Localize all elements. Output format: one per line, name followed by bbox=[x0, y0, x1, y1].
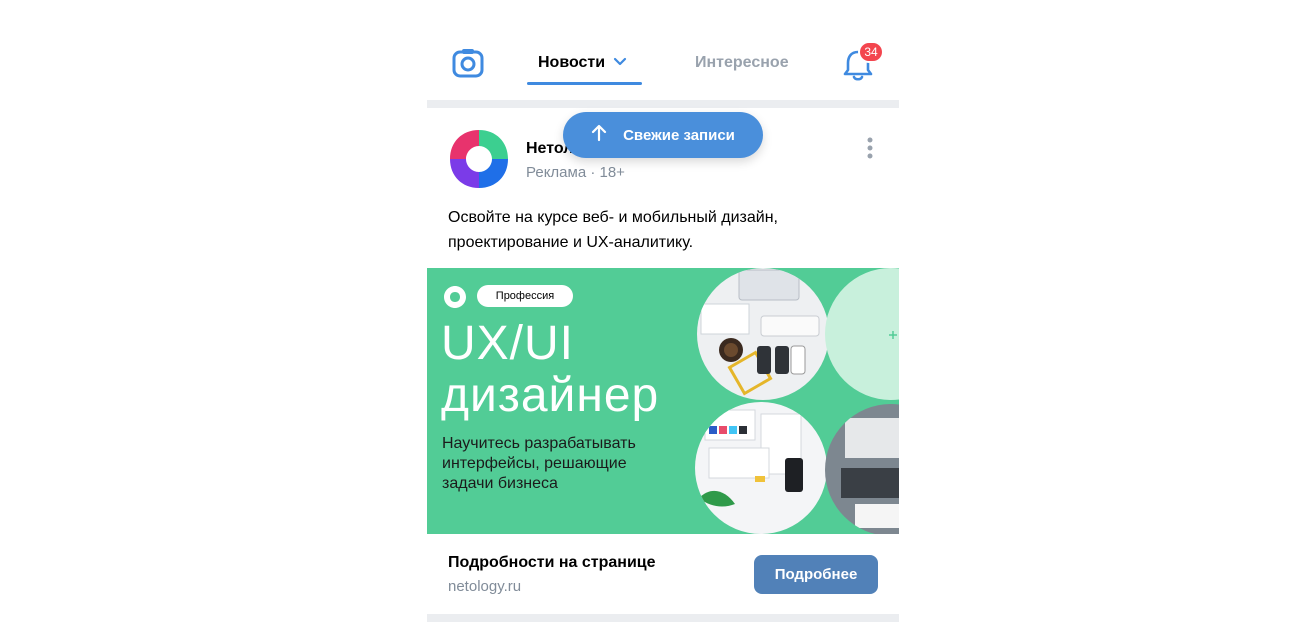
more-details-button[interactable]: Подробнее bbox=[754, 555, 878, 594]
banner-title: UX/UI дизайнер bbox=[441, 318, 659, 422]
divider bbox=[427, 614, 899, 622]
top-bar: Новости Интересное 34 bbox=[427, 0, 899, 100]
ad-banner[interactable]: Профессия UX/UI дизайнер Научитесь разра… bbox=[427, 268, 899, 534]
notification-badge: 34 bbox=[858, 41, 884, 63]
fresh-posts-label: Свежие записи bbox=[623, 126, 735, 144]
post-meta: Реклама · 18+ bbox=[526, 164, 625, 181]
laptop-photo bbox=[825, 404, 899, 534]
banner-title-line2: дизайнер bbox=[441, 369, 660, 422]
banner-subtitle: Научитесь разрабатывать интерфейсы, реша… bbox=[442, 435, 636, 492]
footer-title[interactable]: Подробности на странице bbox=[448, 554, 656, 572]
arrow-up-icon bbox=[591, 124, 607, 146]
post-text: Освойте на курсе веб- и мобильный дизайн… bbox=[448, 209, 778, 251]
author-avatar[interactable] bbox=[448, 128, 510, 190]
profession-tag: Профессия bbox=[477, 285, 573, 307]
desk-photo bbox=[697, 268, 829, 400]
tab-news-label: Новости bbox=[538, 54, 606, 71]
tab-interesting[interactable]: Интересное bbox=[695, 54, 789, 72]
camera-icon[interactable] bbox=[451, 46, 485, 80]
ad-footer: Подробности на странице netology.ru Подр… bbox=[427, 534, 899, 614]
chevron-down-icon bbox=[613, 54, 627, 72]
tab-news[interactable]: Новости bbox=[538, 54, 627, 72]
fresh-posts-button[interactable]: Свежие записи bbox=[563, 112, 763, 158]
active-tab-indicator bbox=[527, 82, 642, 85]
banner-photos bbox=[695, 268, 899, 534]
more-options-icon[interactable] bbox=[861, 136, 879, 162]
banner-title-line1: UX/UI bbox=[441, 317, 575, 370]
ui-kit-photo bbox=[695, 402, 827, 534]
divider bbox=[427, 100, 899, 108]
phone-screen: Новости Интересное 34 Свежие записи Рекл… bbox=[427, 0, 899, 630]
footer-domain[interactable]: netology.ru bbox=[448, 578, 521, 595]
brand-logo-icon bbox=[443, 285, 467, 309]
